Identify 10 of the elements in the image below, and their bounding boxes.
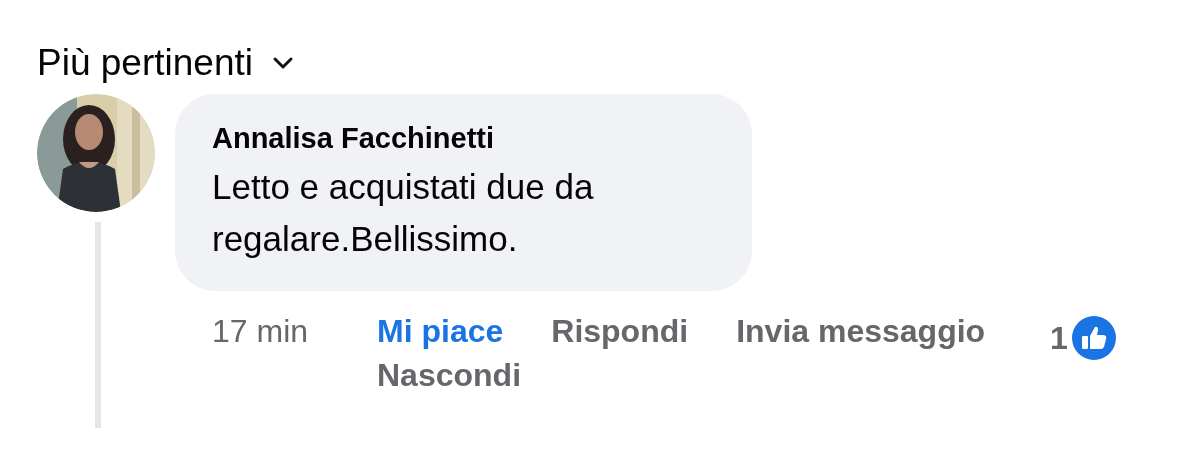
action-link[interactable]: Rispondi <box>551 309 689 353</box>
comment-time: 17 min <box>212 312 310 351</box>
action-link[interactable]: Invia messaggio <box>736 309 986 353</box>
like-icon <box>1071 316 1116 360</box>
reaction-count: 1 <box>1050 319 1068 357</box>
action-link[interactable]: Mi piace <box>377 309 504 353</box>
sort-dropdown[interactable]: Più pertinenti <box>37 42 295 84</box>
author-name[interactable]: Annalisa Facchinetti <box>212 122 494 155</box>
action-link[interactable]: Nascondi <box>377 353 522 397</box>
comment-text: Letto e acquistati due da regalare.Bellissimo. <box>212 166 595 260</box>
